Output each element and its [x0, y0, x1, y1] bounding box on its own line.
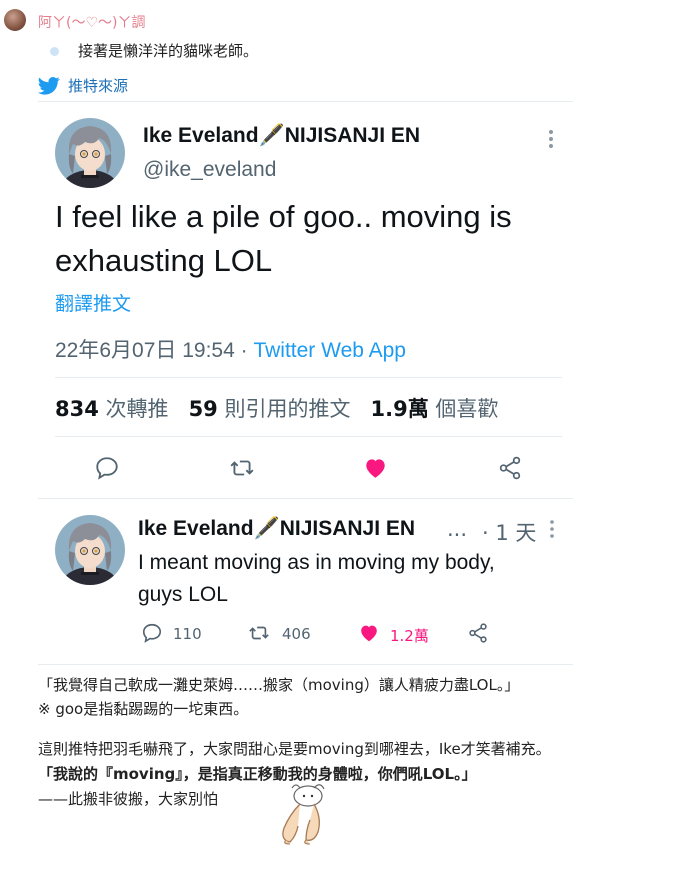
- avatar-illustration-icon: [55, 515, 125, 585]
- author-name[interactable]: 阿ㄚ(〜♡〜)ㄚ調: [38, 12, 145, 32]
- avatar-illustration-icon: [55, 118, 125, 188]
- divider: [38, 101, 573, 102]
- divider: [55, 377, 562, 378]
- more-options-icon[interactable]: [548, 519, 556, 539]
- article-paragraph: ※ goo是指黏踢踢的一坨東西。: [38, 700, 249, 718]
- post-intro-text: 接著是懶洋洋的貓咪老師。: [78, 42, 259, 60]
- reply-tweet-text-line: I meant moving as in moving my body,: [138, 551, 495, 574]
- quotes-stat[interactable]: 59 則引用的推文: [189, 397, 351, 421]
- retweets-count: 834: [55, 397, 99, 421]
- tweet-timestamp: 22年6月07日 19:54 · Twitter Web App: [55, 334, 406, 364]
- divider: [38, 498, 573, 499]
- reply-tweet-display-name[interactable]: Ike Eveland🖋️NIJISANJI EN: [138, 517, 415, 541]
- reply-tweet-text: I meant moving as in moving my body, guy…: [138, 547, 568, 611]
- author-avatar[interactable]: [4, 9, 26, 31]
- likes-stat[interactable]: 1.9萬 個喜歡: [371, 397, 499, 421]
- heart-icon[interactable]: [362, 455, 389, 481]
- likes-label: 個喜歡: [428, 397, 499, 421]
- retweets-stat[interactable]: 834 次轉推: [55, 397, 169, 421]
- divider: [38, 664, 573, 665]
- translate-tweet-link[interactable]: 翻譯推文: [55, 289, 131, 316]
- reply-icon[interactable]: [141, 622, 163, 644]
- article-paragraph: 這則推特把羽毛嚇飛了，大家問甜心是要moving到哪裡去，Ike才笑著補充。: [38, 740, 551, 758]
- reply-tweet-time[interactable]: · 1 天: [482, 517, 536, 547]
- tweet-source-link[interactable]: 推特來源: [68, 75, 128, 96]
- main-tweet-avatar[interactable]: [55, 118, 125, 188]
- article-paragraph: 「我覺得自己軟成一灘史萊姆……搬家（moving）讓人精疲力盡LOL。」: [38, 676, 520, 694]
- more-options-icon[interactable]: [547, 128, 555, 150]
- main-tweet-handle[interactable]: @ike_eveland: [143, 158, 276, 182]
- reply-retweets-count[interactable]: 406: [282, 625, 311, 643]
- main-tweet-display-name[interactable]: Ike Eveland🖋️NIJISANJI EN: [143, 124, 420, 148]
- retweet-icon[interactable]: [228, 455, 256, 481]
- main-tweet-text: I feel like a pile of goo.. moving is ex…: [55, 195, 595, 283]
- reply-likes-count[interactable]: 1.2萬: [390, 625, 429, 646]
- twitter-bird-icon: [38, 77, 60, 95]
- main-tweet-text-line: exhausting LOL: [55, 243, 273, 278]
- reply-name-truncation: ...: [447, 517, 468, 541]
- article-paragraph: ——此搬非彼搬，大家別怕: [38, 790, 219, 808]
- tweet-app-link[interactable]: Twitter Web App: [253, 339, 406, 362]
- likes-count: 1.9萬: [370, 397, 429, 421]
- reply-tweet-avatar[interactable]: [55, 515, 125, 585]
- reply-replies-count[interactable]: 110: [173, 625, 202, 643]
- quotes-count: 59: [188, 397, 218, 421]
- share-icon[interactable]: [467, 622, 489, 644]
- retweets-label: 次轉推: [98, 397, 169, 421]
- main-tweet-text-line: I feel like a pile of goo.. moving is: [55, 199, 512, 234]
- retweet-icon[interactable]: [247, 622, 271, 644]
- bullet-dot-icon: [50, 47, 59, 56]
- rabbit-sticker-icon: [282, 784, 325, 845]
- article-paragraph-bold: 「我說的『moving』，是指真正移動我的身體啦，你們吼LOL。」: [38, 765, 477, 783]
- timestamp-text[interactable]: 22年6月07日 19:54 ·: [55, 339, 253, 362]
- quotes-label: 則引用的推文: [217, 397, 351, 421]
- share-icon[interactable]: [497, 455, 523, 481]
- tweet-stats: 834 次轉推 59 則引用的推文 1.9萬 個喜歡: [55, 393, 498, 423]
- heart-icon[interactable]: [357, 622, 381, 644]
- divider: [55, 436, 562, 437]
- reply-tweet-text-line: guys LOL: [138, 583, 228, 606]
- reply-icon[interactable]: [94, 455, 120, 481]
